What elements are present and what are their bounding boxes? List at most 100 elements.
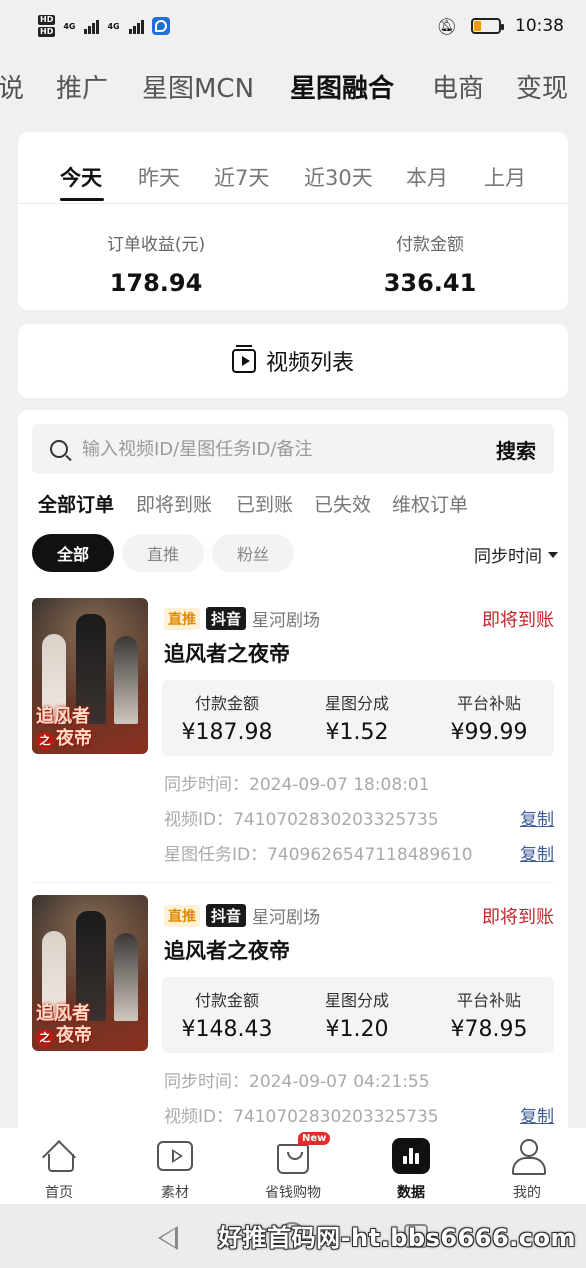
signal-icon xyxy=(84,18,100,34)
user-icon xyxy=(511,1139,546,1175)
order-tags: 直推 抖音 星河剧场 xyxy=(164,606,320,631)
range-last-month[interactable]: 上月 xyxy=(484,162,526,192)
nav-data[interactable]: 数据 xyxy=(366,1136,456,1202)
bag-icon xyxy=(277,1144,309,1174)
chart-icon xyxy=(392,1138,430,1174)
search-bar: 搜索 xyxy=(32,424,554,474)
active-range-underline xyxy=(60,198,104,201)
copy-video-id-button[interactable]: 复制 xyxy=(520,1102,554,1127)
back-icon[interactable] xyxy=(158,1226,178,1250)
mute-bell-icon: 🔕︎ xyxy=(436,16,457,36)
video-list-label: 视频列表 xyxy=(265,351,354,376)
chip-fans[interactable]: 粉丝 xyxy=(212,534,294,572)
range-yesterday[interactable]: 昨天 xyxy=(138,162,180,192)
order-stats: 付款金额 ¥148.43 星图分成 ¥1.20 平台补贴 ¥78.95 xyxy=(162,977,554,1053)
battery-icon xyxy=(471,18,504,34)
drama-cover-image: 追风者 之夜帝 xyxy=(32,598,148,754)
play-box-icon xyxy=(157,1141,193,1171)
source-name: 星河剧场 xyxy=(252,611,321,631)
sort-label: 同步时间 xyxy=(474,547,542,567)
payment-metric: 付款金额 336.41 xyxy=(330,230,530,297)
source-name: 星河剧场 xyxy=(252,908,321,928)
new-badge: New xyxy=(298,1132,331,1145)
order-income-value: 178.94 xyxy=(109,269,203,297)
chip-all[interactable]: 全部 xyxy=(32,534,114,572)
sync-time-row: 同步时间：2024-09-07 18:08:01 xyxy=(164,770,554,795)
nav-profile[interactable]: 我的 xyxy=(482,1136,572,1202)
search-icon xyxy=(50,440,68,458)
nav-home[interactable]: 首页 xyxy=(14,1136,104,1202)
copy-video-id-button[interactable]: 复制 xyxy=(520,805,554,830)
copy-task-id-button[interactable]: 复制 xyxy=(520,840,554,865)
drama-cover-image: 追风者 之夜帝 xyxy=(32,895,148,1051)
tab-all-orders[interactable]: 全部订单 xyxy=(38,490,114,517)
order-item[interactable]: 追风者 之夜帝 直推 抖音 星河剧场 即将到账 追风者之夜帝 付款金额 ¥148… xyxy=(32,882,554,1130)
hd-badge: HD xyxy=(38,27,56,37)
search-button[interactable]: 搜索 xyxy=(496,435,536,464)
payment-label: 付款金额 xyxy=(396,235,464,255)
nav-label: 数据 xyxy=(397,1185,425,1201)
nav-materials[interactable]: 素材 xyxy=(130,1136,220,1202)
nav-label: 首页 xyxy=(45,1185,73,1201)
order-status-tabs: 全部订单 即将到账 已到账 已失效 维权订单 xyxy=(38,490,558,520)
platform-tag: 抖音 xyxy=(206,607,247,630)
clock: 10:38 xyxy=(515,16,564,36)
cover-title: 追风者 之夜帝 xyxy=(36,1003,92,1047)
tab-pending[interactable]: 即将到账 xyxy=(136,490,212,517)
tab-partial[interactable]: 说 xyxy=(0,68,24,105)
tab-ecommerce[interactable]: 电商 xyxy=(432,68,484,105)
tab-expired[interactable]: 已失效 xyxy=(314,490,371,517)
order-status: 即将到账 xyxy=(482,907,554,928)
orders-card: 搜索 全部订单 即将到账 已到账 已失效 维权订单 全部 直推 粉丝 同步时间 … xyxy=(18,410,568,1130)
subsidy-stat: 平台补贴 ¥78.95 xyxy=(450,991,528,1042)
date-range-tabs: 今天 昨天 近7天 近30天 本月 上月 xyxy=(18,132,568,204)
direct-tag: 直推 xyxy=(164,607,200,630)
order-stats: 付款金额 ¥187.98 星图分成 ¥1.52 平台补贴 ¥99.99 xyxy=(162,680,554,756)
filter-row: 全部 直推 粉丝 同步时间 xyxy=(32,534,558,574)
tab-disputes[interactable]: 维权订单 xyxy=(392,490,468,517)
order-tags: 直推 抖音 星河剧场 xyxy=(164,903,320,928)
search-input[interactable] xyxy=(82,438,496,460)
nav-label: 省钱购物 xyxy=(265,1185,321,1201)
range-7-days[interactable]: 近7天 xyxy=(214,162,269,192)
tab-received[interactable]: 已到账 xyxy=(236,490,293,517)
summary-card: 今天 昨天 近7天 近30天 本月 上月 订单收益(元) 178.94 付款金额… xyxy=(18,132,568,310)
nav-label: 素材 xyxy=(161,1185,189,1201)
chip-direct[interactable]: 直推 xyxy=(122,534,204,572)
pay-amount-stat: 付款金额 ¥187.98 xyxy=(181,694,273,745)
home-icon xyxy=(43,1141,75,1172)
video-list-icon xyxy=(231,345,256,373)
order-item[interactable]: 追风者 之夜帝 直推 抖音 星河剧场 即将到账 追风者之夜帝 付款金额 ¥187… xyxy=(32,598,554,878)
task-id: 星图任务ID：7409626547118489610 xyxy=(164,845,473,865)
subsidy-stat: 平台补贴 ¥99.99 xyxy=(450,694,528,745)
share-stat: 星图分成 ¥1.20 xyxy=(324,991,389,1042)
range-this-month[interactable]: 本月 xyxy=(406,162,448,192)
top-tab-bar: 说 推广 星图MCN 星图融合 电商 变现 xyxy=(0,60,586,112)
task-id-row: 星图任务ID：7409626547118489610 复制 xyxy=(164,840,554,865)
video-id-row: 视频ID：7410702830203325735 复制 xyxy=(164,805,554,830)
status-bar-left: HD HD 4G 4G xyxy=(38,15,170,37)
tab-monetize[interactable]: 变现 xyxy=(516,68,568,105)
cover-title: 追风者 之夜帝 xyxy=(36,706,92,750)
tab-xingtu-fusion[interactable]: 星图融合 xyxy=(290,68,394,105)
network-label: 4G xyxy=(107,21,120,31)
hd-badge: HD xyxy=(38,15,56,25)
sort-dropdown[interactable]: 同步时间 xyxy=(474,542,558,567)
order-title: 追风者之夜帝 xyxy=(164,642,290,666)
payment-value: 336.41 xyxy=(383,269,477,297)
order-status: 即将到账 xyxy=(482,610,554,631)
range-30-days[interactable]: 近30天 xyxy=(304,162,373,192)
tab-promotion[interactable]: 推广 xyxy=(56,68,108,105)
range-today[interactable]: 今天 xyxy=(60,162,102,192)
tab-xingtu-mcn[interactable]: 星图MCN xyxy=(142,68,254,105)
nav-shopping[interactable]: New 省钱购物 xyxy=(248,1132,338,1202)
hd-indicators: HD HD xyxy=(38,15,56,37)
status-bar: HD HD 4G 4G 🔕︎ 10:38 xyxy=(0,0,586,52)
bottom-nav: 首页 素材 New 省钱购物 数据 我的 xyxy=(0,1128,586,1204)
sync-time-row: 同步时间：2024-09-07 04:21:55 xyxy=(164,1067,554,1092)
nav-label: 我的 xyxy=(513,1185,541,1201)
video-list-button[interactable]: 视频列表 xyxy=(18,324,568,398)
watermark: 好推首码网-ht.bbs6666.com xyxy=(218,1224,576,1252)
share-stat: 星图分成 ¥1.52 xyxy=(324,694,389,745)
platform-tag: 抖音 xyxy=(206,904,247,927)
